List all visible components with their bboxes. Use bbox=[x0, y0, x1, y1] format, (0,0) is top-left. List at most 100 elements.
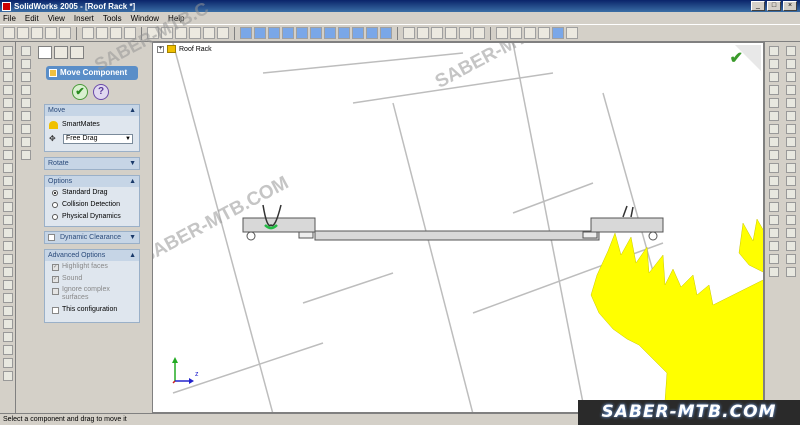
confirm-check-icon[interactable]: ✔ bbox=[730, 48, 743, 68]
select-arrow-icon[interactable] bbox=[189, 27, 201, 39]
assembly-tool-icon[interactable] bbox=[2, 332, 13, 342]
exploded-view-icon[interactable] bbox=[21, 137, 31, 147]
menu-file[interactable]: File bbox=[3, 14, 16, 23]
menu-view[interactable]: View bbox=[48, 14, 65, 23]
shaded-icon[interactable] bbox=[552, 27, 564, 39]
option-physical-dynamics[interactable]: Physical Dynamics bbox=[45, 211, 139, 223]
dynamic-clearance-checkbox[interactable] bbox=[48, 234, 55, 241]
curve-icon[interactable] bbox=[786, 228, 796, 238]
feature-manager-tab[interactable] bbox=[38, 46, 52, 59]
assembly-tool-icon[interactable] bbox=[2, 85, 13, 95]
interference-detection-icon[interactable] bbox=[21, 150, 31, 160]
rotate-group-header[interactable]: Rotate ▼ bbox=[45, 158, 139, 169]
back-view-icon[interactable] bbox=[268, 27, 280, 39]
this-configuration-row[interactable]: This configuration bbox=[45, 304, 139, 316]
ok-button[interactable]: ✔ bbox=[72, 84, 88, 100]
radio-selected[interactable] bbox=[52, 190, 58, 196]
smart-fasteners-icon[interactable] bbox=[21, 124, 31, 134]
trim-icon[interactable] bbox=[769, 202, 779, 212]
menu-window[interactable]: Window bbox=[131, 14, 159, 23]
roof-rack-model[interactable] bbox=[242, 204, 664, 241]
offset-icon[interactable] bbox=[769, 215, 779, 225]
hidden-lines-removed-icon[interactable] bbox=[524, 27, 536, 39]
rotate-component-icon[interactable] bbox=[21, 111, 31, 121]
assembly-tool-icon[interactable] bbox=[2, 72, 13, 82]
assembly-tool-icon[interactable] bbox=[2, 267, 13, 277]
assembly-tool-icon[interactable] bbox=[2, 137, 13, 147]
property-manager-tab[interactable] bbox=[54, 46, 68, 59]
assembly-tool-icon[interactable] bbox=[2, 176, 13, 186]
right-view-icon[interactable] bbox=[296, 27, 308, 39]
minimize-button[interactable]: _ bbox=[751, 1, 765, 11]
assembly-tool-icon[interactable] bbox=[2, 280, 13, 290]
drag-mode-select[interactable]: Free Drag ▼ bbox=[63, 134, 133, 144]
menu-insert[interactable]: Insert bbox=[74, 14, 94, 23]
assembly-tool-icon[interactable] bbox=[2, 293, 13, 303]
loft-icon[interactable] bbox=[786, 85, 796, 95]
point-icon[interactable] bbox=[769, 163, 779, 173]
radio-unselected[interactable] bbox=[52, 202, 58, 208]
reference-plane-icon[interactable] bbox=[786, 202, 796, 212]
left-crossbar-tower[interactable] bbox=[242, 217, 316, 233]
assembly-tool-icon[interactable] bbox=[2, 202, 13, 212]
assembly-tool-icon[interactable] bbox=[2, 241, 13, 251]
perspective-icon[interactable] bbox=[566, 27, 578, 39]
cut-icon[interactable] bbox=[82, 27, 94, 39]
assembly-tool-icon[interactable] bbox=[2, 371, 13, 381]
rectangle-icon[interactable] bbox=[769, 98, 779, 108]
move-component-icon[interactable] bbox=[21, 98, 31, 108]
expand-icon[interactable]: + bbox=[157, 45, 164, 53]
wireframe-icon[interactable] bbox=[496, 27, 508, 39]
reference-axis-icon[interactable] bbox=[786, 215, 796, 225]
surface-icon[interactable] bbox=[786, 241, 796, 251]
options-icon[interactable] bbox=[203, 27, 215, 39]
select-icon[interactable] bbox=[769, 46, 779, 56]
radio-unselected[interactable] bbox=[52, 214, 58, 220]
bottom-view-icon[interactable] bbox=[324, 27, 336, 39]
rib-icon[interactable] bbox=[786, 150, 796, 160]
assembly-tool-icon[interactable] bbox=[2, 111, 13, 121]
zoom-to-fit-icon[interactable] bbox=[403, 27, 415, 39]
open-folder-icon[interactable] bbox=[17, 27, 29, 39]
option-standard-drag[interactable]: Standard Drag bbox=[45, 187, 139, 199]
assembly-tool-icon[interactable] bbox=[2, 163, 13, 173]
rotate-view-icon[interactable] bbox=[459, 27, 471, 39]
menu-edit[interactable]: Edit bbox=[25, 14, 39, 23]
dimetric-view-icon[interactable] bbox=[366, 27, 378, 39]
sweep-icon[interactable] bbox=[786, 72, 796, 82]
fillet-feature-icon[interactable] bbox=[786, 111, 796, 121]
paste-icon[interactable] bbox=[110, 27, 122, 39]
new-document-icon[interactable] bbox=[3, 27, 15, 39]
close-button[interactable]: × bbox=[783, 1, 797, 11]
hidden-lines-visible-icon[interactable] bbox=[510, 27, 522, 39]
front-view-icon[interactable] bbox=[254, 27, 266, 39]
zoom-in-out-icon[interactable] bbox=[431, 27, 443, 39]
extrude-icon[interactable] bbox=[786, 46, 796, 56]
graphics-area[interactable]: + Roof Rack z ✔ SABER-MTB.COM SABER-MTB.… bbox=[152, 42, 764, 413]
hide-show-icon[interactable] bbox=[21, 59, 31, 69]
smartmates-row[interactable]: SmartMates bbox=[45, 119, 139, 133]
assembly-tool-icon[interactable] bbox=[2, 150, 13, 160]
split-line-icon[interactable] bbox=[786, 254, 796, 264]
assembly-tool-icon[interactable] bbox=[2, 306, 13, 316]
chamfer-icon[interactable] bbox=[786, 124, 796, 134]
view-orientation-icon[interactable] bbox=[240, 27, 252, 39]
assembly-tool-icon[interactable] bbox=[2, 189, 13, 199]
menu-tools[interactable]: Tools bbox=[103, 14, 122, 23]
pan-icon[interactable] bbox=[473, 27, 485, 39]
draft-icon[interactable] bbox=[786, 163, 796, 173]
sketch-icon[interactable] bbox=[769, 59, 779, 69]
option-collision-detection[interactable]: Collision Detection bbox=[45, 199, 139, 211]
relations-icon[interactable] bbox=[769, 254, 779, 264]
hole-wizard-icon[interactable] bbox=[786, 176, 796, 186]
configuration-manager-tab[interactable] bbox=[70, 46, 84, 59]
assembly-tool-icon[interactable] bbox=[2, 228, 13, 238]
trimetric-view-icon[interactable] bbox=[352, 27, 364, 39]
options-group-header[interactable]: Options ▲ bbox=[45, 176, 139, 187]
line-icon[interactable] bbox=[769, 85, 779, 95]
dynamic-clearance-header[interactable]: Dynamic Clearance ▼ bbox=[45, 232, 139, 243]
right-crossbar-tower[interactable] bbox=[590, 217, 664, 233]
assembly-tool-icon[interactable] bbox=[2, 254, 13, 264]
print-preview-icon[interactable] bbox=[59, 27, 71, 39]
assembly-tool-icon[interactable] bbox=[2, 124, 13, 134]
